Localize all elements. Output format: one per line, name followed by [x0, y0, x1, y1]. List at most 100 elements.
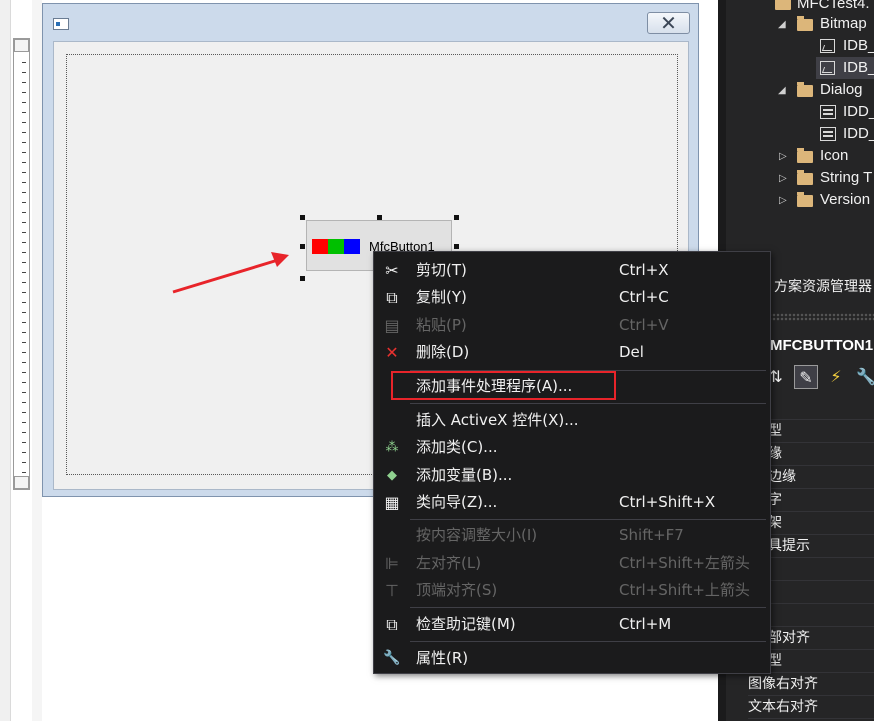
menu-separator — [410, 519, 766, 520]
properties-icon[interactable]: ✎ — [794, 365, 818, 389]
tree-item-bitmap-res[interactable]: IDB_ — [843, 57, 874, 79]
close-icon: ✕ — [660, 11, 677, 35]
copy-icon: ⧉ — [386, 288, 398, 307]
menu-item-label: 左对齐(L) — [416, 554, 482, 572]
resize-grip[interactable] — [454, 215, 459, 220]
menu-item-label: 添加类(C)... — [416, 438, 498, 456]
menu-item-shortcut: Del — [619, 343, 644, 361]
menu-item-shortcut: Ctrl+Shift+上箭头 — [619, 581, 750, 599]
folder-icon — [797, 192, 813, 207]
class-wizard-icon: ▦ — [384, 493, 400, 512]
check-mnemonics-icon: ⧉ — [386, 615, 398, 634]
menu-item-label: 添加变量(B)... — [416, 466, 513, 484]
menu-item-label: 按内容调整大小(I) — [416, 526, 538, 544]
menu-separator — [410, 607, 766, 608]
events-icon[interactable]: ⚡ — [824, 365, 848, 389]
menu-item-label: 检查助记键(M) — [416, 615, 516, 633]
menu-item-insert-activex[interactable]: 插入 ActiveX 控件(X)... — [374, 407, 770, 434]
button-color-green — [328, 239, 344, 254]
tree-item-bitmap[interactable]: Bitmap — [820, 13, 867, 35]
collapse-icon[interactable]: ◢ — [778, 19, 786, 30]
menu-item-class-wizard[interactable]: ▦ 类向导(Z)... Ctrl+Shift+X — [374, 489, 770, 516]
resize-grip[interactable] — [300, 244, 305, 249]
menu-item-label: 插入 ActiveX 控件(X)... — [416, 411, 579, 429]
folder-icon — [797, 170, 813, 185]
menu-item-shortcut: Ctrl+Shift+左箭头 — [619, 554, 750, 572]
tree-item-dialog-res[interactable]: IDD_ — [843, 101, 874, 123]
menu-item-shortcut: Ctrl+C — [619, 288, 669, 306]
add-variable-icon: ◆ — [387, 468, 397, 483]
wrench-icon: 🔧 — [383, 650, 401, 666]
menu-item-size-to-content[interactable]: 按内容调整大小(I) Shift+F7 — [374, 522, 770, 549]
ruler-top-handle[interactable] — [14, 39, 29, 52]
ruler-ticks — [22, 53, 26, 475]
dialog-icon — [820, 127, 836, 141]
align-top-icon: ⊤ — [385, 581, 399, 600]
menu-item-shortcut: Ctrl+M — [619, 615, 672, 633]
menu-separator — [410, 403, 766, 404]
expand-icon[interactable]: ▷ — [779, 151, 787, 162]
button-color-red — [312, 239, 328, 254]
menu-item-check-mnemonics[interactable]: ⧉ 检查助记键(M) Ctrl+M — [374, 611, 770, 638]
menu-item-label: 剪切(T) — [416, 261, 467, 279]
resize-grip[interactable] — [377, 215, 382, 220]
menu-item-label: 属性(R) — [416, 649, 469, 667]
ruler-bottom-handle[interactable] — [14, 476, 29, 489]
menu-item-label: 删除(D) — [416, 343, 470, 361]
folder-open-icon — [797, 16, 813, 31]
menu-item-shortcut: Ctrl+Shift+X — [619, 493, 716, 511]
resize-grip[interactable] — [454, 244, 459, 249]
editor-left-strip — [0, 0, 11, 721]
paste-icon: ▤ — [384, 316, 400, 335]
dialog-close-button[interactable]: ✕ — [647, 12, 690, 34]
resize-grip[interactable] — [300, 215, 305, 220]
folder-open-icon — [797, 82, 813, 97]
menu-item-add-variable[interactable]: ◆ 添加变量(B)... — [374, 462, 770, 489]
expand-icon[interactable]: ▷ — [779, 173, 787, 184]
menu-item-cut[interactable]: ✂ 剪切(T) Ctrl+X — [374, 257, 770, 284]
solution-explorer-tab[interactable]: 方案资源管理器 — [774, 274, 874, 300]
properties-object-name: MFCBUTTON1 — [770, 337, 874, 354]
button-color-blue — [344, 239, 360, 254]
tree-item-bitmap-res[interactable]: IDB_ — [843, 35, 874, 57]
dialog-system-icon — [53, 18, 69, 30]
properties-toolbar: ⇅ ✎ ⚡ 🔧 — [760, 362, 874, 394]
menu-item-shortcut: Ctrl+X — [619, 261, 669, 279]
menu-item-align-top[interactable]: ⊤ 顶端对齐(S) Ctrl+Shift+上箭头 — [374, 577, 770, 604]
bitmap-icon — [820, 39, 835, 53]
editor-gutter — [32, 0, 42, 721]
add-class-icon: ⁂ — [385, 440, 399, 455]
delete-icon: ✕ — [385, 343, 399, 362]
tree-item-version[interactable]: Version — [820, 189, 870, 211]
annotation-highlight-box — [391, 371, 616, 400]
property-row[interactable]: 文本右对齐 — [748, 696, 874, 719]
vertical-ruler[interactable] — [13, 38, 30, 490]
menu-item-properties[interactable]: 🔧 属性(R) — [374, 645, 770, 672]
context-menu: ✂ 剪切(T) Ctrl+X ⧉ 复制(Y) Ctrl+C ▤ 粘贴(P) Ct… — [373, 251, 771, 674]
menu-item-align-left[interactable]: ⊫ 左对齐(L) Ctrl+Shift+左箭头 — [374, 550, 770, 577]
resize-grip[interactable] — [300, 276, 305, 281]
tree-item-string-table[interactable]: String T — [820, 167, 872, 189]
folder-icon — [797, 148, 813, 163]
tree-item-icon[interactable]: Icon — [820, 145, 848, 167]
panel-grip — [760, 313, 874, 321]
scissors-icon: ✂ — [385, 261, 399, 280]
menu-item-label: 复制(Y) — [416, 288, 467, 306]
folder-open-icon — [775, 0, 791, 10]
menu-separator — [410, 641, 766, 642]
property-row[interactable]: 图像右对齐 — [748, 673, 874, 696]
menu-item-copy[interactable]: ⧉ 复制(Y) Ctrl+C — [374, 284, 770, 311]
menu-item-shortcut: Shift+F7 — [619, 526, 684, 544]
menu-item-add-class[interactable]: ⁂ 添加类(C)... — [374, 434, 770, 461]
collapse-icon[interactable]: ◢ — [778, 85, 786, 96]
dialog-icon — [820, 105, 836, 119]
menu-item-label: 类向导(Z)... — [416, 493, 498, 511]
tree-item-dialog-res[interactable]: IDD_ — [843, 123, 874, 145]
menu-item-delete[interactable]: ✕ 删除(D) Del — [374, 339, 770, 366]
expand-icon[interactable]: ▷ — [779, 195, 787, 206]
menu-item-label: 顶端对齐(S) — [416, 581, 498, 599]
menu-item-paste[interactable]: ▤ 粘贴(P) Ctrl+V — [374, 312, 770, 339]
tree-item-dialog[interactable]: Dialog — [820, 79, 863, 101]
wrench-icon[interactable]: 🔧 — [854, 365, 874, 389]
menu-item-label: 粘贴(P) — [416, 316, 467, 334]
